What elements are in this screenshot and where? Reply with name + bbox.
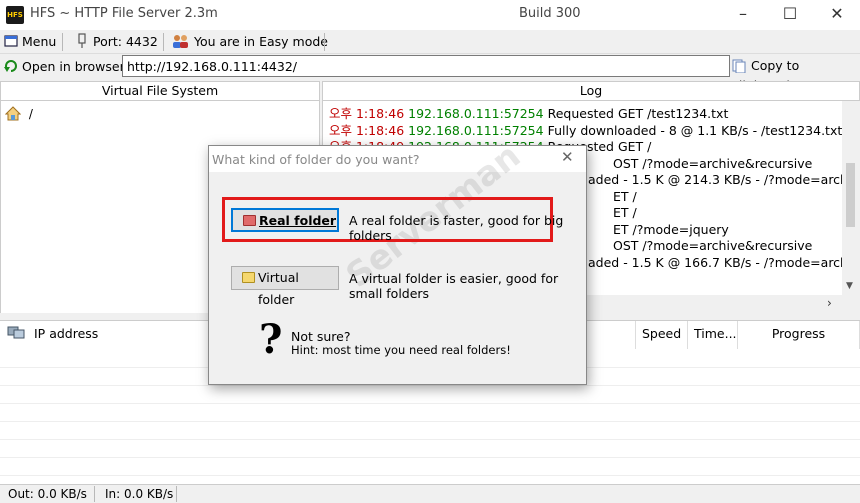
port-label: Port: 4432 xyxy=(93,34,158,49)
menu-icon xyxy=(4,35,18,47)
virtual-folder-label: Virtual folder xyxy=(258,270,299,307)
toolbar: Menu Port: 4432 You are in Easy mode xyxy=(0,30,860,54)
log-line: 오후 1:18:46 192.168.0.111:57254 Requested… xyxy=(329,106,728,122)
menu-button[interactable]: Menu xyxy=(4,32,56,52)
menu-label: Menu xyxy=(22,34,57,49)
build-label: Build 300 xyxy=(519,6,581,21)
refresh-arrow-icon xyxy=(4,60,17,72)
copy-to-clipboard-button[interactable]: Copy to clipboard xyxy=(732,56,860,93)
row-divider xyxy=(0,439,860,440)
chevron-down-icon[interactable]: ▼ xyxy=(846,281,853,291)
log-message: ET / xyxy=(613,188,637,204)
log-message: ET /?mode=jquery xyxy=(613,221,729,237)
users-icon xyxy=(173,35,188,48)
toolbar-separator xyxy=(163,33,164,51)
real-folder-description: A real folder is faster, good for big fo… xyxy=(349,213,564,243)
not-sure-text: Not sure? xyxy=(291,329,351,344)
status-in-speed: In: 0.0 KB/s xyxy=(105,487,174,501)
title-bar: HFS HFS ~ HTTP File Server 2.3m Build 30… xyxy=(0,0,860,30)
log-ip: 192.168.0.111:57254 xyxy=(408,122,544,138)
column-ip-address[interactable]: IP address xyxy=(0,321,213,349)
log-vertical-scrollbar[interactable]: ▼ xyxy=(842,101,860,295)
vfs-root-label: / xyxy=(28,107,33,121)
log-line: OST /?mode=archive&recursive xyxy=(613,238,812,254)
log-message: aded - 1.5 K @ 214.3 KB/s - /?mode=archi… xyxy=(588,172,859,187)
status-out-speed: Out: 0.0 KB/s xyxy=(8,487,87,501)
yellow-folder-icon xyxy=(242,272,255,283)
open-in-browser-button[interactable]: Open in browser xyxy=(4,57,125,77)
clipboard-icon xyxy=(732,59,746,74)
column-time[interactable]: Time... xyxy=(688,321,738,349)
column-ip-address-label: IP address xyxy=(34,326,99,341)
mode-button[interactable]: You are in Easy mode xyxy=(172,32,328,52)
status-separator xyxy=(94,486,95,502)
log-message: ET / xyxy=(613,205,637,220)
log-message: Fully downloaded - 8 @ 1.1 KB/s - /test1… xyxy=(547,122,843,138)
toolbar-separator xyxy=(62,33,63,51)
status-bar: Out: 0.0 KB/s In: 0.0 KB/s xyxy=(0,484,860,503)
home-icon xyxy=(4,106,22,121)
mode-label: You are in Easy mode xyxy=(194,34,328,49)
log-line: ET /?mode=jquery xyxy=(613,222,729,238)
hfs-window: HFS HFS ~ HTTP File Server 2.3m Build 30… xyxy=(0,0,860,503)
log-line: ET / xyxy=(613,205,637,221)
open-in-browser-label: Open in browser xyxy=(22,59,125,74)
virtual-folder-description: A virtual folder is easier, good for sma… xyxy=(349,271,559,301)
row-divider xyxy=(0,403,860,404)
log-message: OST /?mode=archive&recursive xyxy=(613,238,813,253)
row-divider xyxy=(0,475,860,476)
log-message: Requested GET /test1234.txt xyxy=(547,106,729,121)
address-row: Open in browser Copy to clipboard xyxy=(0,55,860,93)
hfs-app-icon: HFS xyxy=(6,6,24,24)
red-folder-icon xyxy=(243,215,256,226)
log-header: Log xyxy=(322,81,860,101)
real-folder-button[interactable]: Real folder xyxy=(231,208,339,232)
scroll-thumb[interactable] xyxy=(846,163,855,227)
row-divider xyxy=(0,421,860,422)
log-message: aded - 1.5 K @ 166.7 KB/s - /?mode=archi… xyxy=(588,254,859,270)
minimize-button[interactable]: – xyxy=(720,0,766,30)
window-title: HFS ~ HTTP File Server 2.3m xyxy=(30,6,218,21)
column-progress[interactable]: Progress xyxy=(738,321,860,349)
log-line: aded - 1.5 K @ 166.7 KB/s - /?mode=archi… xyxy=(588,255,859,271)
log-line: 오후 1:18:46 192.168.0.111:57254 Fully dow… xyxy=(329,123,842,139)
toolbar-separator xyxy=(324,33,325,51)
plug-icon xyxy=(78,33,86,48)
port-button[interactable]: Port: 4432 xyxy=(76,32,158,52)
dialog-title: What kind of folder do you want? xyxy=(212,152,420,167)
dialog-close-button[interactable]: ✕ xyxy=(561,148,574,166)
folder-kind-dialog: What kind of folder do you want? ✕ Serve… xyxy=(208,136,587,385)
chevron-right-icon[interactable]: › xyxy=(827,296,832,310)
log-time: 오후 1:18:46 xyxy=(329,122,405,138)
maximize-button[interactable]: ☐ xyxy=(767,0,813,30)
log-message: OST /?mode=archive&recursive xyxy=(613,155,813,171)
network-icon xyxy=(7,326,25,339)
log-line: OST /?mode=archive&recursive xyxy=(613,156,812,172)
question-mark-icon: ? xyxy=(259,316,283,363)
close-button[interactable]: ✕ xyxy=(814,0,860,30)
virtual-folder-button[interactable]: Virtual folder xyxy=(231,266,339,307)
dialog-title-bar: What kind of folder do you want? ✕ xyxy=(209,146,586,172)
vfs-header: Virtual File System xyxy=(0,81,320,101)
hint-text: Hint: most time you need real folders! xyxy=(291,343,511,357)
log-line: aded - 1.5 K @ 214.3 KB/s - /?mode=archi… xyxy=(588,172,859,188)
vfs-root-item[interactable]: / xyxy=(4,106,33,121)
status-separator xyxy=(176,486,177,502)
real-folder-label: Real folder xyxy=(259,213,337,228)
url-field[interactable] xyxy=(122,55,730,77)
log-ip: 192.168.0.111:57254 xyxy=(408,106,544,121)
log-time: 오후 1:18:46 xyxy=(329,106,405,121)
row-divider xyxy=(0,385,860,386)
column-speed[interactable]: Speed xyxy=(636,321,688,349)
row-divider xyxy=(0,457,860,458)
log-line: ET / xyxy=(613,189,637,205)
